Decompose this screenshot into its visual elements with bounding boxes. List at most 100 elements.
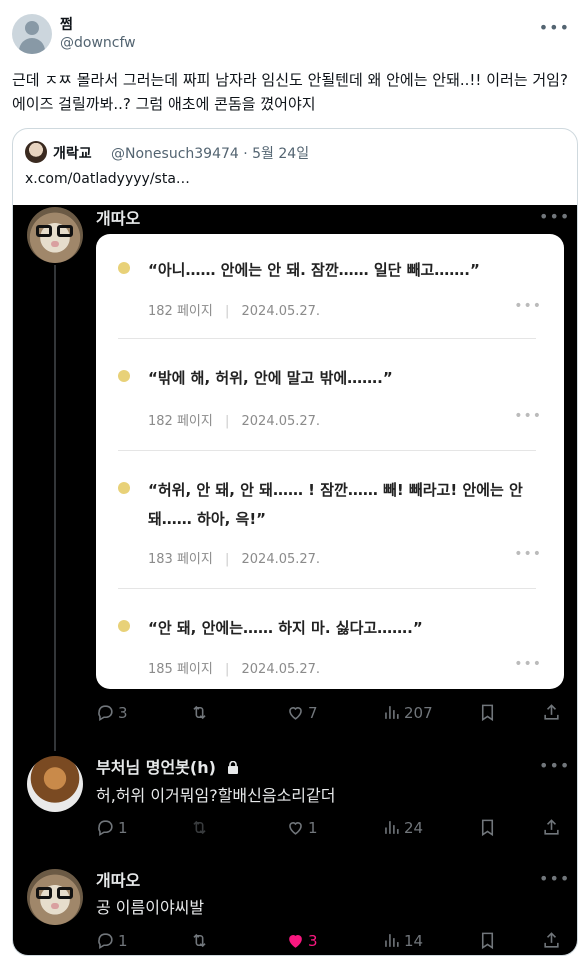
bookmark-icon [481, 819, 494, 837]
card-item-page: 182 페이지 [148, 304, 213, 319]
post2-author: 부처님 명언봇(h) [96, 758, 216, 777]
post1-actions: 3 7 207 [96, 703, 566, 727]
like-count: 1 [308, 818, 318, 837]
views-icon [385, 934, 399, 947]
more-icon: ••• [514, 546, 542, 562]
reply-count: 1 [118, 931, 128, 950]
more-icon: ••• [514, 298, 542, 314]
divider [118, 450, 536, 451]
like-button: 3 [286, 931, 318, 950]
card-item-text: “허위, 안 돼, 안 돼…… ! 잠깐…… 빼! 빼라고! 안에는 안 돼……… [148, 481, 523, 528]
quote-author-name: 개락교 [53, 146, 92, 162]
author-handle[interactable]: @downcfw [60, 35, 136, 51]
retweet-button [190, 703, 209, 722]
more-icon: ••• [514, 656, 542, 672]
views-count: 14 [404, 931, 424, 950]
bookmark-icon [481, 704, 494, 722]
more-icon: ••• [514, 408, 542, 424]
post3-text: 공 이름이야씨발 [96, 898, 205, 917]
card-item-date: 2024.05.27. [241, 414, 321, 429]
share-button [542, 818, 561, 837]
tweet-text: 근데 ㅈㅉ 몰라서 그러는데 짜피 남자라 임신도 안될텐데 왜 안에는 안돼.… [12, 71, 568, 113]
more-icon[interactable]: ••• [539, 18, 570, 37]
post1-avatar [27, 207, 83, 263]
bookmark-button [478, 818, 497, 837]
like-button: 7 [286, 703, 318, 722]
card-item-meta: 182 페이지 | 2024.05.27. [148, 414, 321, 429]
quote-meta: @Nonesuch39474 · 5월 24일 [111, 146, 310, 162]
card-item-date: 2024.05.27. [241, 552, 321, 567]
share-button [542, 931, 561, 950]
reply-icon [98, 705, 113, 722]
like-icon [289, 822, 302, 835]
post1-author: 개따오 [96, 209, 141, 228]
screenshot-image: 개따오 ••• “아니…… 안에는 안 돼. 잠깐…… 일단 빼고…….” 18… [13, 205, 577, 955]
quote-tweet[interactable]: 개락교 @Nonesuch39474 · 5월 24일 x.com/0atlad… [12, 128, 578, 956]
views-icon [385, 821, 399, 834]
reply-icon [98, 820, 113, 837]
like-button: 1 [286, 818, 318, 837]
post3-author: 개따오 [96, 871, 141, 890]
post2-avatar [27, 756, 83, 812]
card-item-meta: 182 페이지 | 2024.05.27. [148, 304, 321, 319]
card-item-text: “안 돼, 안에는…… 하지 마. 싫다고…….” [148, 619, 423, 637]
bookmark-icon [481, 932, 494, 950]
card-item-page: 183 페이지 [148, 552, 213, 567]
retweet-icon [193, 820, 206, 835]
share-button [542, 703, 561, 722]
reply-button: 3 [96, 703, 128, 722]
share-icon [544, 704, 559, 720]
bullet-icon [118, 482, 130, 494]
lock-icon [228, 761, 239, 774]
retweet-icon [193, 705, 206, 720]
author-name[interactable]: 쩜 [60, 14, 73, 34]
like-icon [289, 935, 302, 948]
share-icon [544, 932, 559, 948]
retweet-button [190, 931, 209, 950]
bookmark-button [478, 703, 497, 722]
card-item-meta: 185 페이지 | 2024.05.27. [148, 662, 321, 677]
share-icon [544, 819, 559, 835]
views-button: 207 [382, 703, 433, 722]
reply-icon [98, 933, 113, 950]
bullet-icon [118, 620, 130, 632]
quote-avatar [25, 141, 47, 163]
more-icon: ••• [539, 207, 571, 226]
views-count: 24 [404, 818, 424, 837]
quote-link[interactable]: x.com/0atladyyyy/sta… [25, 171, 190, 187]
like-count: 7 [308, 703, 318, 722]
divider [118, 338, 536, 339]
like-count: 3 [308, 931, 318, 950]
reply-button: 1 [96, 818, 128, 837]
quote-card: “아니…… 안에는 안 돼. 잠깐…… 일단 빼고…….” 182 페이지 | … [96, 234, 564, 689]
reply-count: 3 [118, 703, 128, 722]
more-icon: ••• [539, 756, 571, 775]
bookmark-button [478, 931, 497, 950]
views-icon [385, 706, 399, 719]
author-avatar[interactable] [12, 14, 52, 54]
tweet-header: 쩜 @downcfw ••• [12, 12, 574, 56]
like-icon [289, 707, 302, 720]
post3-avatar [27, 869, 83, 925]
card-item-text: “밖에 해, 허위, 안에 말고 밖에…….” [148, 369, 393, 387]
card-item-page: 182 페이지 [148, 414, 213, 429]
bullet-icon [118, 370, 130, 382]
post2-text: 허,허위 이거뭐임?할배신음소리같더 [96, 786, 336, 805]
bullet-icon [118, 262, 130, 274]
retweet-icon [193, 933, 206, 948]
card-item-meta: 183 페이지 | 2024.05.27. [148, 552, 321, 567]
card-item-date: 2024.05.27. [241, 304, 321, 319]
post3-actions: 1 3 14 [96, 931, 566, 955]
reply-count: 1 [118, 818, 128, 837]
card-item-page: 185 페이지 [148, 662, 213, 677]
divider [118, 588, 536, 589]
views-button: 14 [382, 931, 423, 950]
more-icon: ••• [539, 869, 571, 888]
views-count: 207 [404, 703, 433, 722]
card-item-text: “아니…… 안에는 안 돼. 잠깐…… 일단 빼고…….” [148, 261, 480, 279]
card-item-date: 2024.05.27. [241, 662, 321, 677]
thread-line [54, 265, 56, 751]
retweet-button [190, 818, 209, 837]
post2-author-row: 부처님 명언봇(h) [96, 754, 239, 778]
reply-button: 1 [96, 931, 128, 950]
